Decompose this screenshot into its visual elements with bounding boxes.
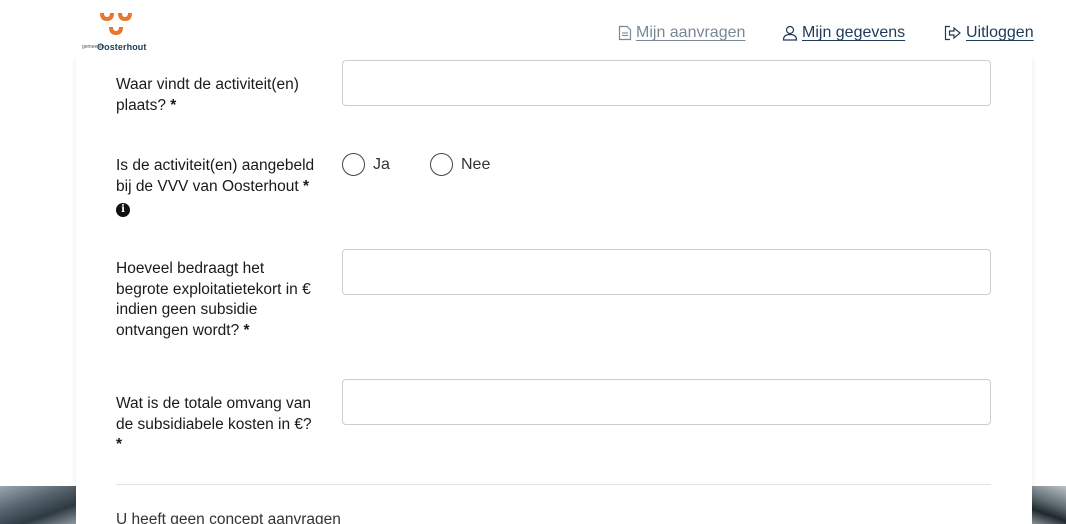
radio-nee[interactable]: Nee [430, 153, 490, 176]
nav-mijn-aanvragen[interactable]: Mijn aanvragen [618, 24, 745, 42]
document-icon [618, 25, 632, 41]
costs-input[interactable] [342, 379, 991, 425]
required-marker: * [116, 436, 123, 453]
logo-mark-icon [100, 13, 132, 35]
info-icon[interactable]: i [116, 203, 130, 217]
nav-label: Mijn aanvragen [636, 24, 746, 41]
radio-label: Ja [373, 155, 390, 173]
user-icon [782, 25, 798, 41]
radio-circle[interactable] [342, 153, 365, 176]
field-label-vvv: Is de activiteit(en) aangebeld bij de VV… [116, 157, 315, 217]
radio-circle[interactable] [430, 153, 453, 176]
nav-mijn-gegevens[interactable]: Mijn gegevens [782, 24, 905, 42]
logo-name: Oosterhout [97, 42, 147, 52]
logout-icon [944, 25, 961, 41]
field-label-costs: Wat is de totale omvang van de subsidiab… [116, 395, 312, 453]
nav-label: Mijn gegevens [802, 24, 906, 41]
required-marker: * [302, 177, 310, 195]
gemeente-oosterhout-logo[interactable]: gemeente Oosterhout [82, 9, 182, 57]
deficit-input[interactable] [342, 249, 991, 295]
field-label-location: Waar vindt de activiteit(en) plaats? * [116, 76, 299, 114]
background-photo-right [1032, 486, 1066, 524]
form-card: Waar vindt de activiteit(en) plaats? * I… [76, 58, 1032, 524]
field-label-deficit: Hoeveel bedraagt het begrote exploitatie… [116, 260, 311, 339]
background-photo-left [0, 486, 76, 524]
divider [116, 484, 991, 485]
radio-label: Nee [461, 155, 491, 173]
required-marker: * [243, 321, 250, 339]
required-marker: * [170, 96, 177, 114]
nav-label: Uitloggen [966, 24, 1034, 41]
nav-uitloggen[interactable]: Uitloggen [944, 24, 1034, 42]
site-header: gemeente Oosterhout Mijn aanvragen Mijn … [0, 0, 1066, 58]
concept-message: U heeft geen concept aanvragen [116, 511, 341, 524]
location-input[interactable] [342, 60, 991, 106]
radio-ja[interactable]: Ja [342, 153, 390, 176]
